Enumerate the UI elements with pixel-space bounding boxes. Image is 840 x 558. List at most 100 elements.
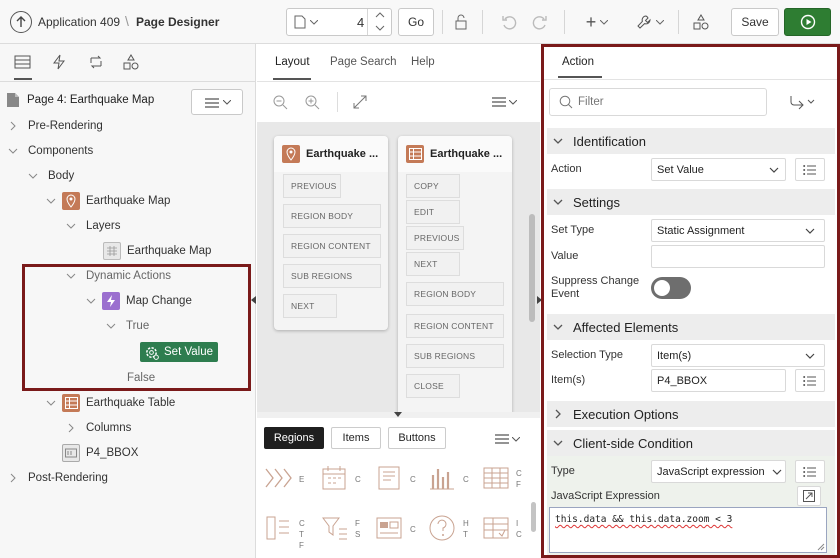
faceted-search-icon[interactable] [319,513,349,543]
undo-icon[interactable] [495,8,523,36]
gallery-tab-items[interactable]: Items [331,427,381,449]
help-text-icon[interactable] [427,513,457,543]
shared-components-tab-icon[interactable] [123,54,139,70]
region-card-earthquake-map[interactable]: Earthquake ... PREVIOUS REGION BODY REGI… [274,136,388,330]
section-affected-elements[interactable]: Affected Elements [547,314,835,340]
slot-next[interactable]: NEXT [283,294,337,318]
expand-icon[interactable] [353,95,367,109]
slot-region-body[interactable]: REGION BODY [283,204,381,228]
tab-page-search[interactable]: Page Search [330,56,397,68]
suppress-change-event-toggle[interactable] [651,277,691,299]
cards-region-icon[interactable] [374,463,404,493]
filter-input[interactable] [578,93,758,111]
slot-sub-regions[interactable]: SUB REGIONS [406,344,504,368]
breadcrumb-region-icon[interactable] [263,463,293,493]
tree-node-earthquake-table[interactable]: Earthquake Table [46,393,175,413]
action-list-button[interactable] [795,158,825,181]
open-code-editor-button[interactable] [797,486,821,506]
tab-layout[interactable]: Layout [275,56,310,68]
items-list-button[interactable] [795,369,825,392]
arrow-up-icon[interactable] [10,11,32,33]
tree-node-pre-rendering[interactable]: Pre-Rendering [8,116,103,136]
section-identification[interactable]: Identification [547,128,835,154]
slot-previous[interactable]: PREVIOUS [406,226,464,250]
gallery-label: E [299,475,305,484]
decrement-icon[interactable] [375,25,385,31]
gallery-tab-buttons[interactable]: Buttons [388,427,446,449]
gallery-tab-regions[interactable]: Regions [264,427,324,449]
tree-node-columns[interactable]: Columns [66,418,131,438]
run-button[interactable] [784,8,831,36]
slot-close[interactable]: CLOSE [406,374,460,398]
interactive-grid-icon[interactable] [481,513,511,543]
chevron-down-icon[interactable] [509,100,517,105]
set-type-select[interactable]: Static Assignment [651,219,825,242]
section-settings[interactable]: Settings [547,189,835,215]
tree-node-earthquake-map[interactable]: Earthquake Map [46,191,170,211]
tree-node-p4-bbox[interactable]: P4_BBOX [62,443,138,463]
processing-tab-icon[interactable] [88,54,104,70]
page-number-input[interactable]: 4 [357,15,364,30]
condition-type-select[interactable]: JavaScript expression [651,460,786,483]
slot-edit[interactable]: EDIT [406,200,460,224]
save-button[interactable]: Save [731,8,779,36]
app-name[interactable]: Application 409 [38,15,120,29]
slot-region-content[interactable]: REGION CONTENT [283,234,381,258]
classic-report-icon[interactable] [481,463,511,493]
go-to-group-icon[interactable] [787,94,815,110]
value-input[interactable] [651,245,825,268]
add-menu[interactable]: + [580,8,614,36]
slot-region-body[interactable]: REGION BODY [406,282,504,306]
section-execution-options[interactable]: Execution Options [547,401,835,427]
zoom-in-icon[interactable] [305,95,320,110]
tab-help[interactable]: Help [411,56,435,68]
slot-region-content[interactable]: REGION CONTENT [406,314,504,338]
tree-menu-button[interactable] [191,89,243,115]
chart-region-icon[interactable] [427,463,457,493]
menu-icon[interactable] [492,97,506,107]
tree-node-components[interactable]: Components [8,141,93,161]
filter-box [549,88,767,116]
items-input[interactable]: P4_BBOX [651,369,786,392]
collapse-left-arrow-icon[interactable] [251,296,256,304]
javascript-expression-textarea[interactable]: this.data && this.data.zoom < 3 [549,507,827,553]
tree-node-layers[interactable]: Layers [66,216,121,236]
go-button[interactable]: Go [398,8,434,36]
utilities-menu[interactable] [631,8,669,36]
increment-icon[interactable] [375,12,385,18]
page-title[interactable]: Page 4: Earthquake Map [27,94,154,106]
gallery-scrollbar[interactable] [531,502,536,532]
shared-components-icon[interactable] [687,8,715,36]
section-client-side-condition[interactable]: Client-side Condition [547,430,835,456]
slot-next[interactable]: NEXT [406,252,460,276]
chevron-down-icon [310,20,318,25]
column-toggle-icon[interactable] [263,513,293,543]
chevron-down-icon[interactable] [512,437,520,442]
menu-icon[interactable] [495,434,509,444]
vertical-scrollbar[interactable] [529,214,535,322]
condition-type-list-button[interactable] [795,460,825,483]
zoom-out-icon[interactable] [273,95,288,110]
redo-icon[interactable] [526,8,554,36]
tree-node-post-rendering[interactable]: Post-Rendering [8,468,108,488]
selection-type-select[interactable]: Item(s) [651,344,825,367]
action-select[interactable]: Set Value [651,158,786,181]
form-region-icon[interactable] [374,513,404,543]
tab-action[interactable]: Action [562,56,594,68]
unlock-icon[interactable] [447,8,475,36]
tree-label: Columns [86,422,132,434]
resize-handle-icon[interactable] [817,543,825,551]
rendering-tab-icon[interactable] [14,54,32,70]
calendar-region-icon[interactable] [319,463,349,493]
tree-node-body[interactable]: Body [28,166,74,186]
page-selector[interactable]: 4 [286,8,392,36]
dynamic-actions-tab-icon[interactable] [52,54,66,70]
region-card-earthquake-table[interactable]: Earthquake ... COPY EDIT PREVIOUS NEXT R… [398,136,512,412]
slot-copy[interactable]: COPY [406,174,460,198]
resize-down-arrow-icon[interactable] [394,412,402,417]
tree-node-layer-earthquake-map[interactable]: Earthquake Map [103,241,211,261]
slot-previous[interactable]: PREVIOUS [283,174,341,198]
expand-editor-icon [803,490,815,502]
slot-sub-regions[interactable]: SUB REGIONS [283,264,381,288]
layout-canvas[interactable]: Earthquake ... PREVIOUS REGION BODY REGI… [257,122,540,412]
